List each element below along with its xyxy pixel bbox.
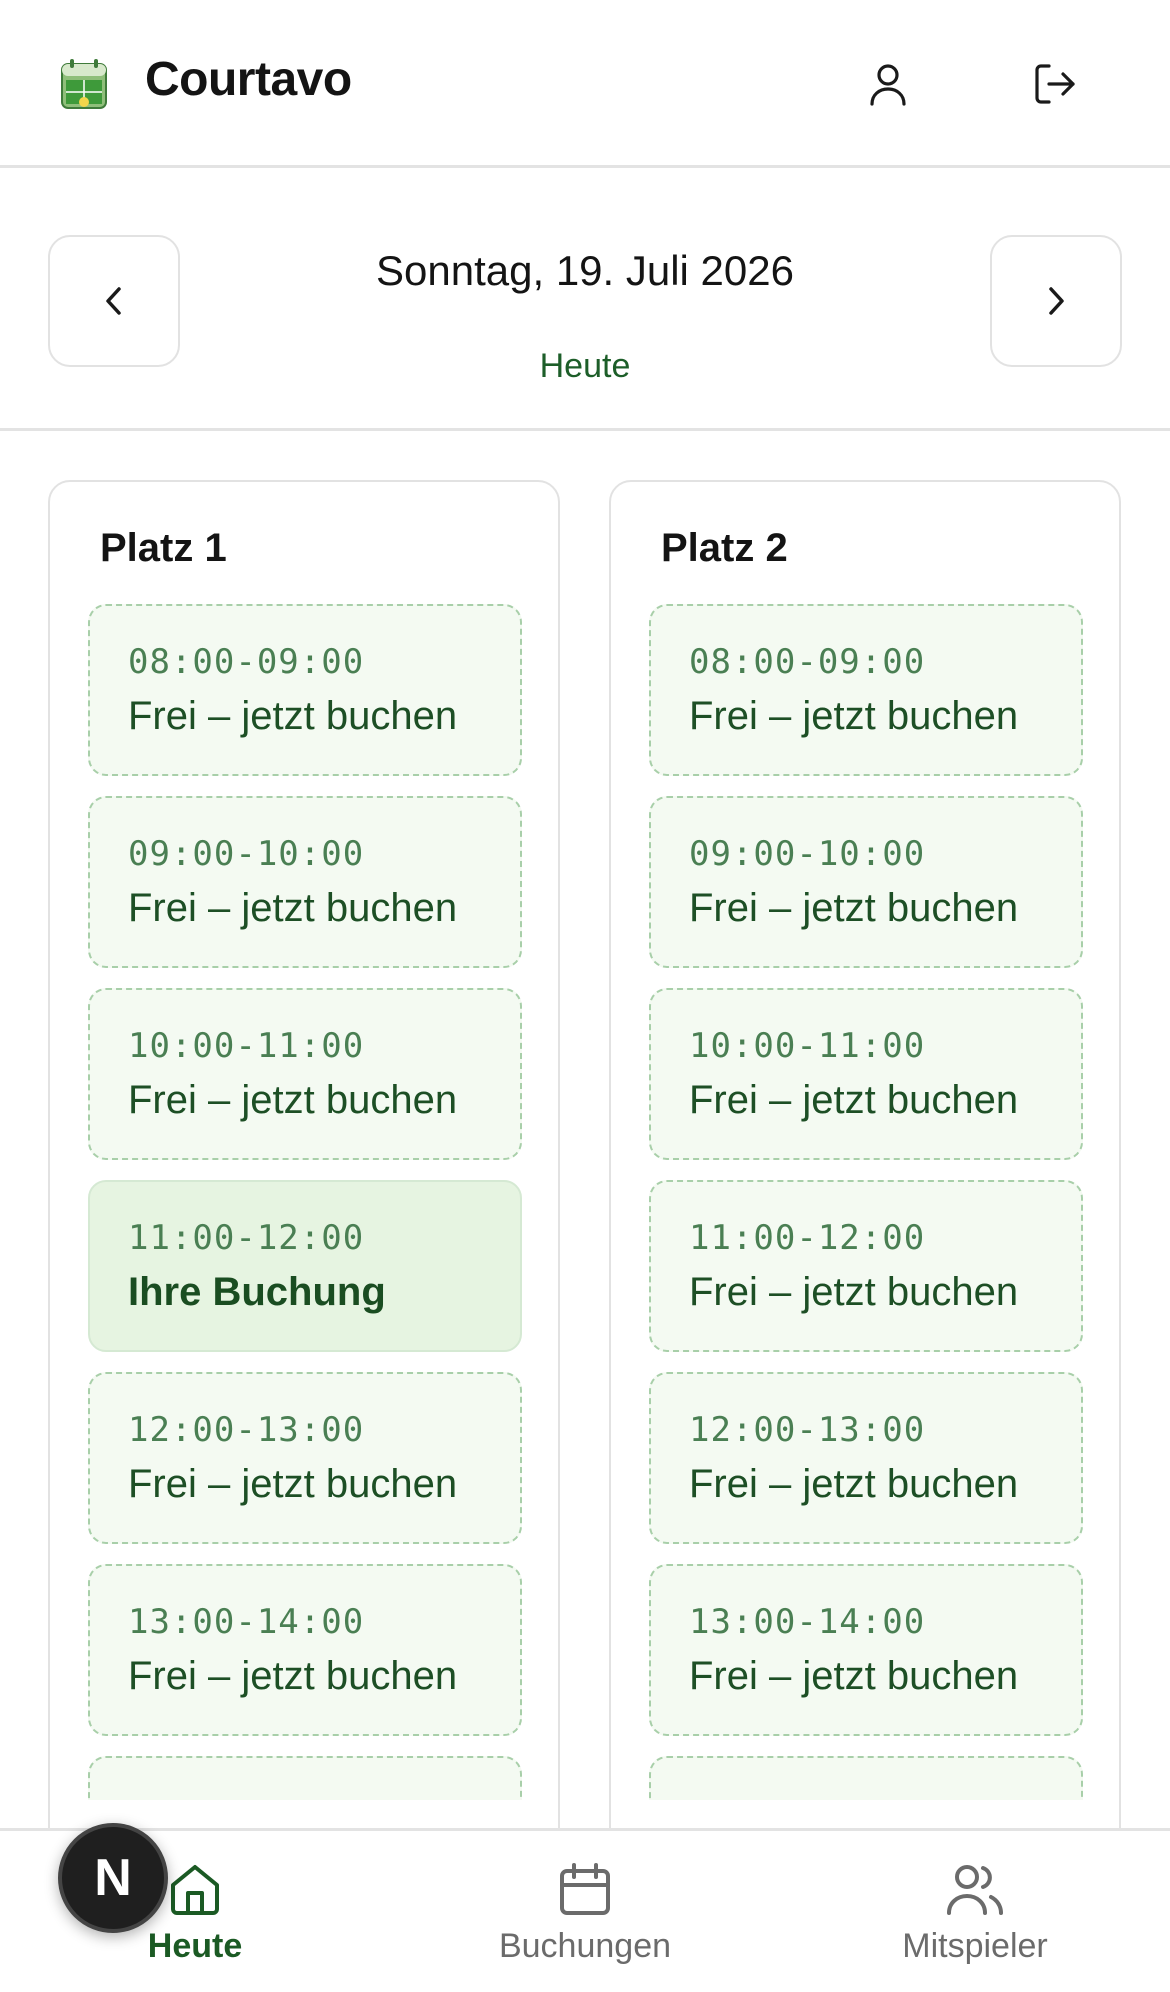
slot-time: 13:00-14:00 <box>689 1602 926 1642</box>
slot-status: Frei – jetzt buchen <box>128 694 458 738</box>
logout-icon <box>1035 64 1075 104</box>
slot-time: 11:00-12:00 <box>128 1218 365 1258</box>
slot-time: 12:00-13:00 <box>689 1410 926 1450</box>
time-slot[interactable]: 08:00-09:00 Frei – jetzt buchen <box>649 604 1083 776</box>
bottom-navigation: Heute Buchungen Mitspieler <box>0 1828 1170 1992</box>
slot-status: Frei – jetzt buchen <box>689 1270 1019 1314</box>
slot-list: 08:00-09:00 Frei – jetzt buchen 09:00-10… <box>649 604 1083 1800</box>
date-navigation: Sonntag, 19. Juli 2026 Heute <box>0 171 1170 431</box>
profile-button[interactable] <box>860 56 916 112</box>
time-slot[interactable]: 10:00-11:00 Frei – jetzt buchen <box>649 988 1083 1160</box>
time-slot[interactable]: 08:00-09:00 Frei – jetzt buchen <box>88 604 522 776</box>
time-slot[interactable]: 12:00-13:00 Frei – jetzt buchen <box>88 1372 522 1544</box>
slot-time: 10:00-11:00 <box>128 1026 365 1066</box>
time-slot[interactable]: 10:00-11:00 Frei – jetzt buchen <box>88 988 522 1160</box>
tab-mitspieler[interactable]: Mitspieler <box>825 1831 1125 1992</box>
slot-time: 08:00-09:00 <box>128 642 365 682</box>
slot-time: 09:00-10:00 <box>689 834 926 874</box>
slot-time: 10:00-11:00 <box>689 1026 926 1066</box>
home-icon <box>171 1865 219 1915</box>
app-header: Courtavo <box>0 0 1170 168</box>
tab-label: Mitspieler <box>902 1927 1048 1965</box>
slot-time: 13:00-14:00 <box>128 1602 365 1642</box>
tab-label: Buchungen <box>498 1927 672 1965</box>
slot-status: Frei – jetzt buchen <box>128 1654 458 1698</box>
slot-status: Frei – jetzt buchen <box>128 886 458 930</box>
dev-tools-badge[interactable]: N <box>58 1823 168 1933</box>
slot-list: 08:00-09:00 Frei – jetzt buchen 09:00-10… <box>88 604 522 1800</box>
app-title: Courtavo <box>145 53 352 106</box>
slot-time: 12:00-13:00 <box>128 1410 365 1450</box>
user-icon <box>870 64 906 106</box>
slot-time: 08:00-09:00 <box>689 642 926 682</box>
next-day-button[interactable] <box>990 235 1122 367</box>
slot-status: Frei – jetzt buchen <box>689 1654 1019 1698</box>
calendar-court-logo-icon <box>61 59 107 109</box>
court-title: Platz 2 <box>661 526 788 570</box>
users-icon <box>947 1865 1003 1915</box>
chevron-right-icon <box>1049 287 1064 315</box>
time-slot[interactable]: 09:00-10:00 Frei – jetzt buchen <box>88 796 522 968</box>
slot-time: 11:00-12:00 <box>689 1218 926 1258</box>
time-slot-my-booking[interactable]: 11:00-12:00 Ihre Buchung <box>88 1180 522 1352</box>
time-slot[interactable]: 11:00-12:00 Frei – jetzt buchen <box>649 1180 1083 1352</box>
time-slot[interactable]: 13:00-14:00 Frei – jetzt buchen <box>88 1564 522 1736</box>
time-slot[interactable]: 12:00-13:00 Frei – jetzt buchen <box>649 1372 1083 1544</box>
slot-status: Frei – jetzt buchen <box>689 1078 1019 1122</box>
slot-status: Frei – jetzt buchen <box>128 1078 458 1122</box>
tab-label: Heute <box>147 1927 243 1965</box>
slot-status: Frei – jetzt buchen <box>689 694 1019 738</box>
time-slot-partial[interactable] <box>649 1756 1083 1800</box>
tab-buchungen[interactable]: Buchungen <box>435 1831 735 1992</box>
time-slot[interactable]: 13:00-14:00 Frei – jetzt buchen <box>649 1564 1083 1736</box>
slot-status: Frei – jetzt buchen <box>689 886 1019 930</box>
slot-status: Frei – jetzt buchen <box>128 1462 458 1506</box>
slot-time: 09:00-10:00 <box>128 834 365 874</box>
court-card-platz-1: Platz 1 08:00-09:00 Frei – jetzt buchen … <box>48 480 560 1880</box>
slot-status: Frei – jetzt buchen <box>689 1462 1019 1506</box>
logout-button[interactable] <box>1028 56 1084 112</box>
slot-status: Ihre Buchung <box>128 1270 386 1314</box>
court-title: Platz 1 <box>100 526 227 570</box>
time-slot[interactable]: 09:00-10:00 Frei – jetzt buchen <box>649 796 1083 968</box>
court-card-platz-2: Platz 2 08:00-09:00 Frei – jetzt buchen … <box>609 480 1121 1880</box>
time-slot-partial[interactable] <box>88 1756 522 1800</box>
calendar-icon <box>560 1863 610 1915</box>
